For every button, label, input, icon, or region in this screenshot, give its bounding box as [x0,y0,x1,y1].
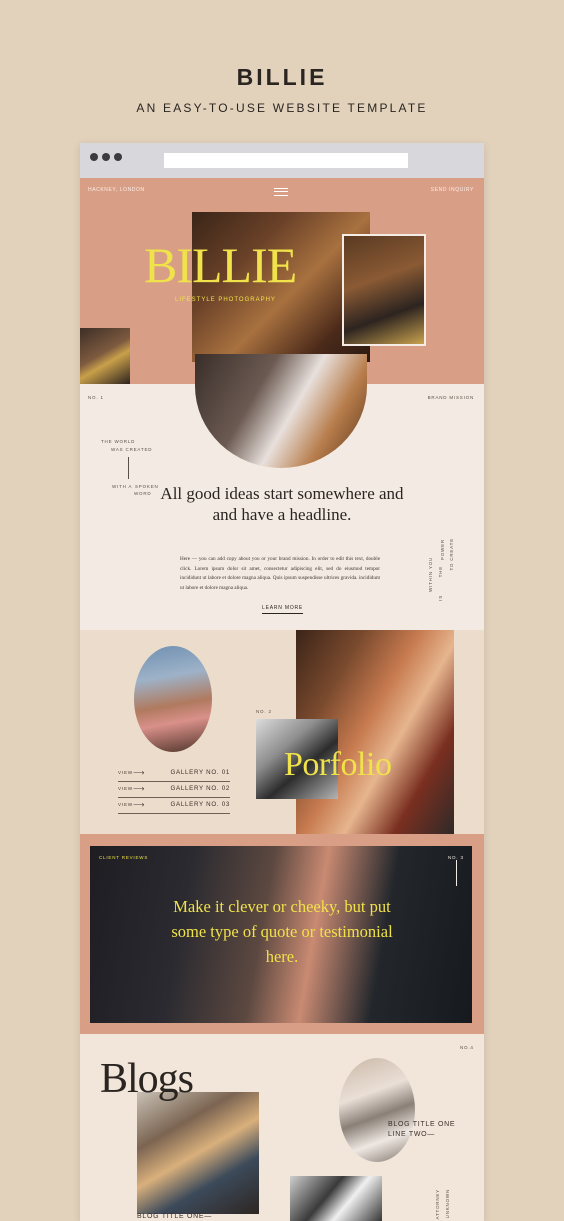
mission-photo-arch [195,354,367,468]
blog-photo-2[interactable] [290,1176,382,1221]
hamburger-menu-icon[interactable] [274,188,288,196]
hero-photo-side [342,234,426,346]
browser-window: HACKNEY, LONDON SEND INQUIRY BILLIE LIFE… [80,143,484,1221]
blog-photo-oval[interactable] [339,1058,415,1162]
arrow-right-icon: ⟶ [133,768,145,777]
view-label: VIEW [118,786,133,791]
window-close-dot[interactable] [90,153,98,161]
gallery-label: GALLERY NO. 01 [170,769,230,776]
vertical-text: WITHIN YOU [428,557,433,592]
hero-photo-small [80,328,130,384]
gallery-label: GALLERY NO. 02 [170,785,230,792]
decorative-line [456,860,457,886]
portfolio-photo-oval [134,646,212,752]
blog-photo-1[interactable] [137,1092,259,1214]
mission-section: NO. 1 BRAND MISSION THE WORLD WAS CREATE… [80,354,484,630]
blogs-section: NO.4 Blogs BLOG TITLE ONE LINE TWO— BLOG… [80,1034,484,1221]
side-text-line: WORD [134,491,152,496]
browser-toolbar [80,143,484,178]
side-text-line: WAS CREATED [111,447,153,452]
portfolio-section: NO. 2 Porfolio VIEW ⟶ GALLERY NO. 01 VIE… [80,630,484,834]
section-label: CLIENT REVIEWS [99,855,149,860]
blogs-title: Blogs [100,1056,194,1102]
page-title: BILLIE [236,64,328,90]
send-inquiry-link[interactable]: SEND INQUIRY [431,187,474,193]
gallery-link-row[interactable]: VIEW ⟶ GALLERY NO. 03 [118,799,230,814]
mission-headline: All good ideas start somewhere and and h… [160,484,404,524]
side-text-line: THE WORLD [101,439,136,444]
vertical-text: TO CREATE [449,538,454,571]
vertical-text: POWER [440,539,445,561]
arrow-right-icon: ⟶ [133,800,145,809]
gallery-label: GALLERY NO. 03 [170,801,230,808]
blog-post-title[interactable]: BLOG TITLE ONE— [137,1212,212,1221]
window-minimize-dot[interactable] [102,153,110,161]
hero-tagline: LIFESTYLE PHOTOGRAPHY [175,297,276,303]
vertical-text: UNKNOWN [445,1189,450,1219]
section-number: NO.4 [460,1045,474,1050]
vertical-text: THE [438,566,443,578]
window-maximize-dot[interactable] [114,153,122,161]
blog-post-title-line2[interactable]: LINE TWO— [388,1130,435,1140]
gallery-link-row[interactable]: VIEW ⟶ GALLERY NO. 02 [118,783,230,798]
portfolio-title: Porfolio [284,746,392,783]
section-number: NO. 1 [88,395,104,400]
section-number: NO. 2 [256,709,272,714]
reviews-section: CLIENT REVIEWS NO. 3 Make it clever or c… [80,834,484,1034]
blog-post-title[interactable]: BLOG TITLE ONE [388,1120,455,1130]
side-text-line: SPOKEN [135,484,159,489]
address-bar[interactable] [164,153,408,168]
side-text-divider [128,457,129,479]
gallery-link-row[interactable]: VIEW ⟶ GALLERY NO. 01 [118,767,230,782]
mission-body-text: Here — you can add copy about you or you… [180,556,380,591]
view-label: VIEW [118,770,133,775]
side-text-line: WITH A [112,484,133,489]
testimonial-quote: Make it clever or cheeky, but put some t… [171,897,393,966]
page-subtitle: AN EASY-TO-USE WEBSITE TEMPLATE [136,101,428,115]
nav-location: HACKNEY, LONDON [88,187,145,193]
arrow-right-icon: ⟶ [133,784,145,793]
hero-logo-text: BILLIE [144,237,297,293]
view-label: VIEW [118,802,133,807]
vertical-text: ATTORNEY [435,1189,440,1220]
vertical-text: IS [438,595,443,601]
section-label: BRAND MISSION [427,395,474,400]
learn-more-link[interactable]: LEARN MORE [262,605,304,614]
